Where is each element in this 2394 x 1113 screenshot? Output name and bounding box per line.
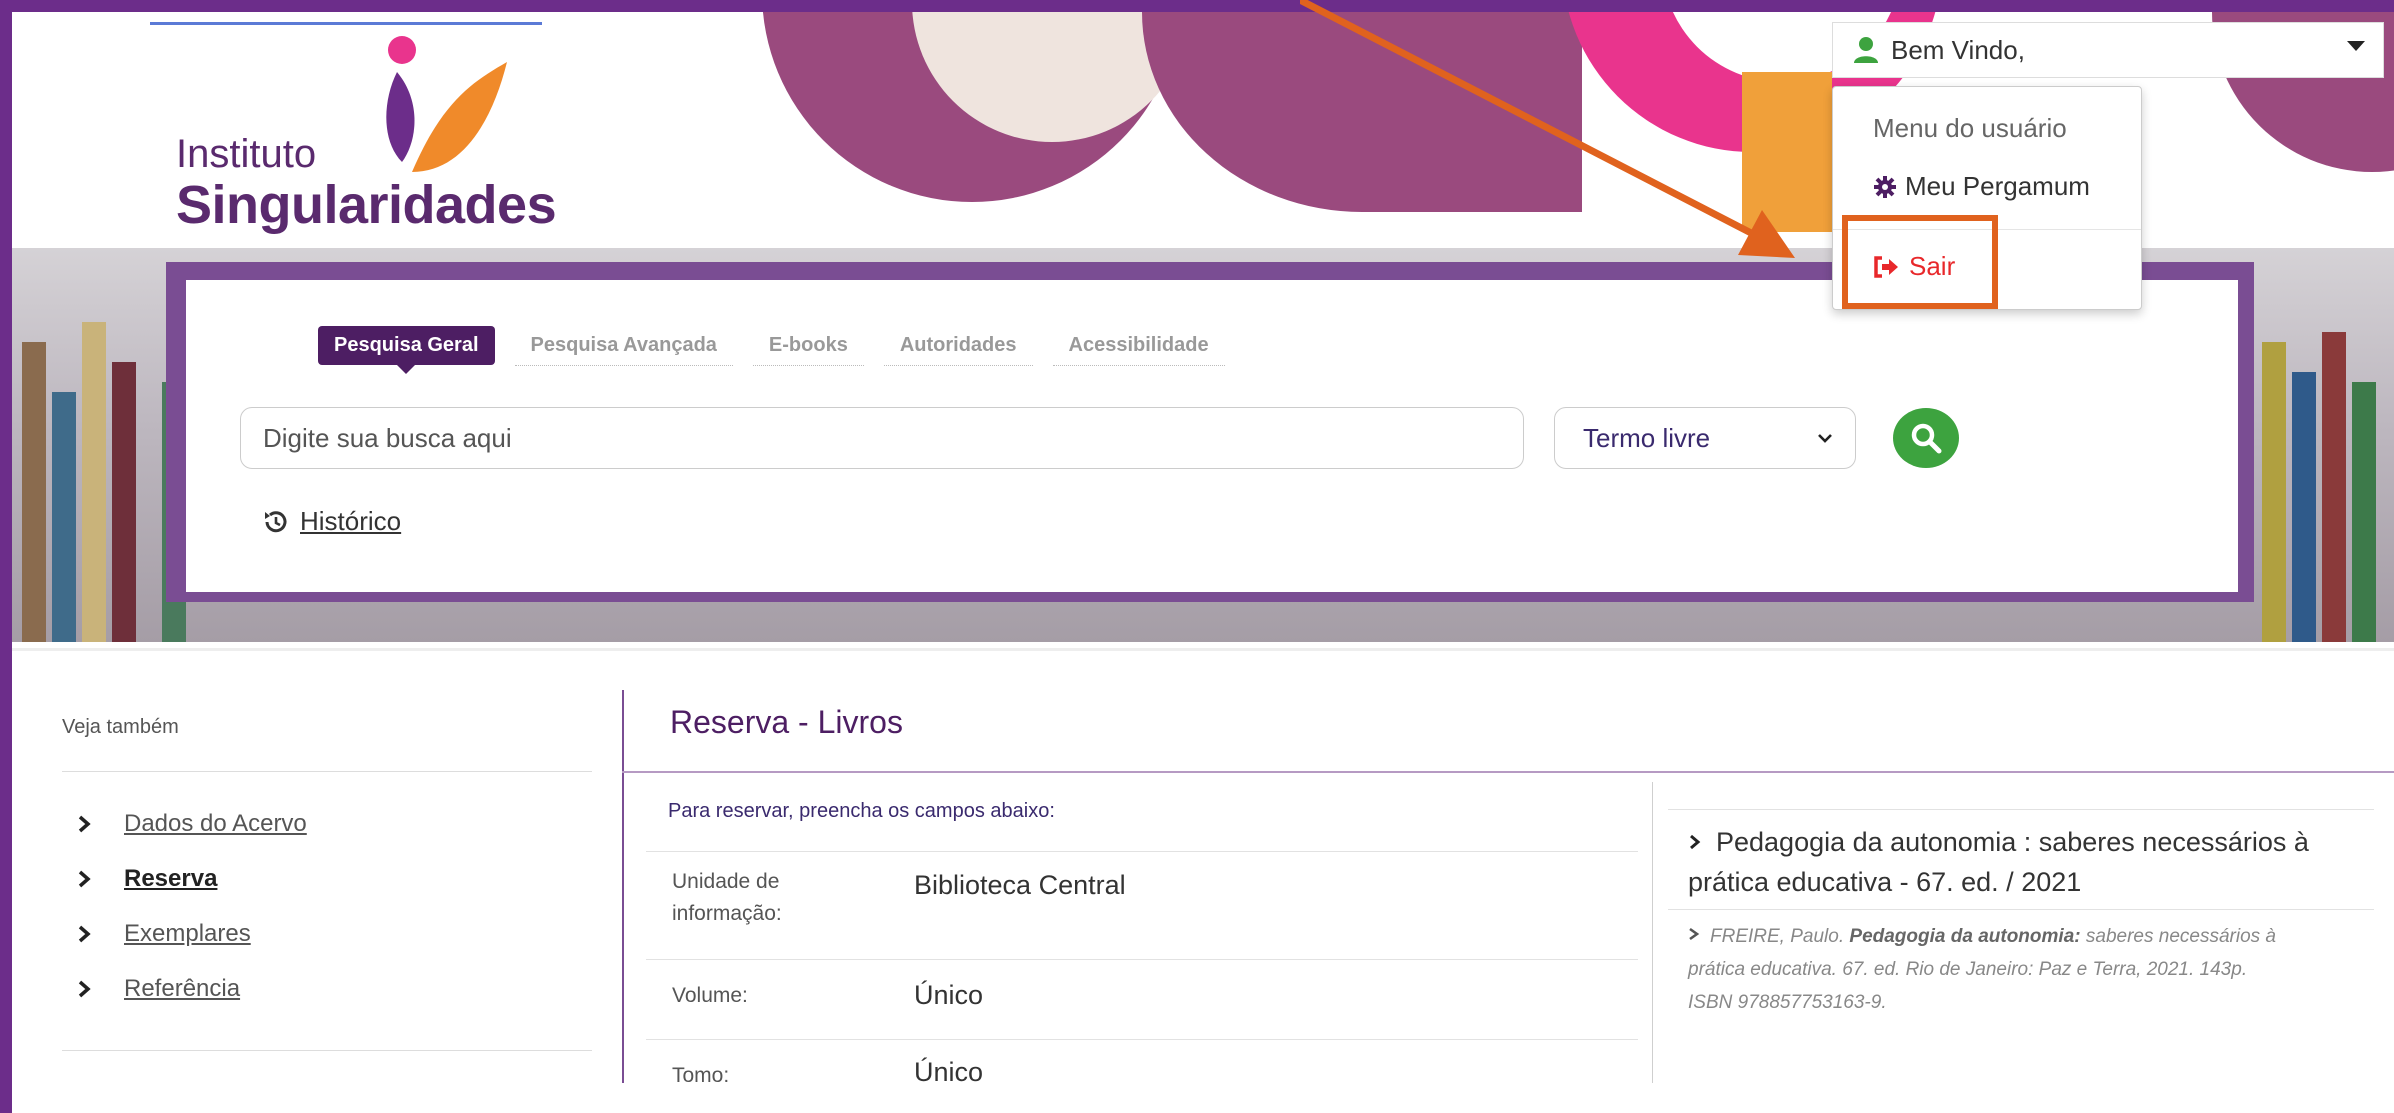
- search-input[interactable]: [240, 407, 1524, 469]
- main-left-border: [622, 690, 624, 1083]
- annotation-highlight-box: [1842, 215, 1998, 309]
- field-label-tomo: Tomo:: [672, 1064, 730, 1087]
- chevron-right-icon: [1689, 927, 1700, 941]
- sidebar-title: Veja também: [62, 716, 179, 738]
- field-label-unidade: Unidade de informação:: [672, 870, 782, 925]
- user-menu-header: Menu do usuário: [1873, 113, 2067, 143]
- citation-title: Pedagogia da autonomia:: [1849, 926, 2081, 947]
- menu-item-meu-pergamum[interactable]: Meu Pergamum: [1873, 171, 2090, 202]
- sidebar-item-dados-do-acervo[interactable]: Dados do Acervo: [72, 796, 307, 851]
- reference-title: Pedagogia da autonomia : saberes necessá…: [1688, 822, 2368, 902]
- sidebar-item-referencia[interactable]: Referência: [72, 961, 307, 1016]
- sidebar-item-label: Reserva: [124, 864, 218, 892]
- reference-title-text: Pedagogia da autonomia : saberes necessá…: [1688, 827, 2309, 897]
- field-value-volume: Único: [914, 980, 984, 1010]
- chevron-right-icon: [78, 980, 91, 997]
- tab-acessibilidade[interactable]: Acessibilidade: [1052, 326, 1225, 366]
- column-divider: [1652, 782, 1653, 1083]
- user-greeting: Bem Vindo,: [1891, 34, 2025, 65]
- field-value-tomo: Único: [914, 1057, 984, 1087]
- reference-top-divider: [1668, 809, 2374, 810]
- row-divider: [646, 1039, 1638, 1040]
- annotation-arrow: [1300, 0, 1795, 258]
- row-divider: [646, 851, 1638, 852]
- tab-pesquisa-geral[interactable]: Pesquisa Geral: [318, 326, 495, 374]
- sidebar-list: Dados do Acervo Reserva Exemplares Refer…: [72, 796, 307, 1016]
- title-underline: [622, 771, 2394, 773]
- sidebar-divider: [62, 1050, 592, 1051]
- citation-author: FREIRE, Paulo.: [1710, 926, 1845, 947]
- logo-text-instituto: Instituto: [176, 132, 317, 176]
- section-divider: [12, 648, 2394, 651]
- user-icon: [1854, 37, 1878, 63]
- history-icon: [265, 510, 287, 532]
- tab-ebooks[interactable]: E-books: [752, 326, 864, 366]
- chevron-right-icon: [78, 815, 91, 832]
- sidebar-item-label: Dados do Acervo: [124, 809, 307, 837]
- row-divider: [646, 959, 1638, 960]
- history-link[interactable]: Histórico: [262, 506, 401, 537]
- sidebar-item-label: Referência: [124, 974, 241, 1002]
- field-label-volume: Volume:: [672, 984, 748, 1007]
- sidebar-item-exemplares[interactable]: Exemplares: [72, 906, 307, 961]
- logo-underline: [150, 22, 542, 25]
- chevron-down-icon: [1818, 434, 1832, 443]
- sidebar-item-reserva[interactable]: Reserva: [72, 851, 307, 906]
- logo-text-singularidades: Singularidades: [176, 175, 557, 235]
- sidebar-divider: [62, 771, 592, 772]
- reference-citation: FREIRE, Paulo. Pedagogia da autonomia: s…: [1688, 920, 2288, 1019]
- chevron-right-icon: [1690, 834, 1701, 850]
- logo-mark-icon: [386, 36, 507, 172]
- gear-icon: [1874, 175, 1896, 198]
- user-dropdown-toggle[interactable]: Bem Vindo,: [1832, 22, 2384, 78]
- field-value-unidade: Biblioteca Central: [914, 870, 1126, 900]
- history-label: Histórico: [300, 506, 402, 536]
- chevron-right-icon: [78, 870, 91, 887]
- tab-pesquisa-avancada[interactable]: Pesquisa Avançada: [514, 326, 733, 366]
- page-title: Reserva - Livros: [670, 704, 903, 740]
- caret-down-icon: [2347, 41, 2365, 51]
- form-intro: Para reservar, preencha os campos abaixo…: [668, 800, 1055, 822]
- search-type-select[interactable]: Termo livre: [1554, 407, 1856, 469]
- tab-autoridades[interactable]: Autoridades: [883, 326, 1033, 366]
- chevron-right-icon: [78, 925, 91, 942]
- search-button[interactable]: [1893, 408, 1959, 468]
- meu-pergamum-label: Meu Pergamum: [1905, 171, 2090, 201]
- reference-divider: [1668, 909, 2374, 910]
- search-icon: [1911, 423, 1942, 454]
- search-tabs: Pesquisa Geral Pesquisa Avançada E-books…: [318, 326, 1245, 374]
- search-type-value: Termo livre: [1583, 422, 1711, 453]
- sidebar-item-label: Exemplares: [124, 919, 251, 947]
